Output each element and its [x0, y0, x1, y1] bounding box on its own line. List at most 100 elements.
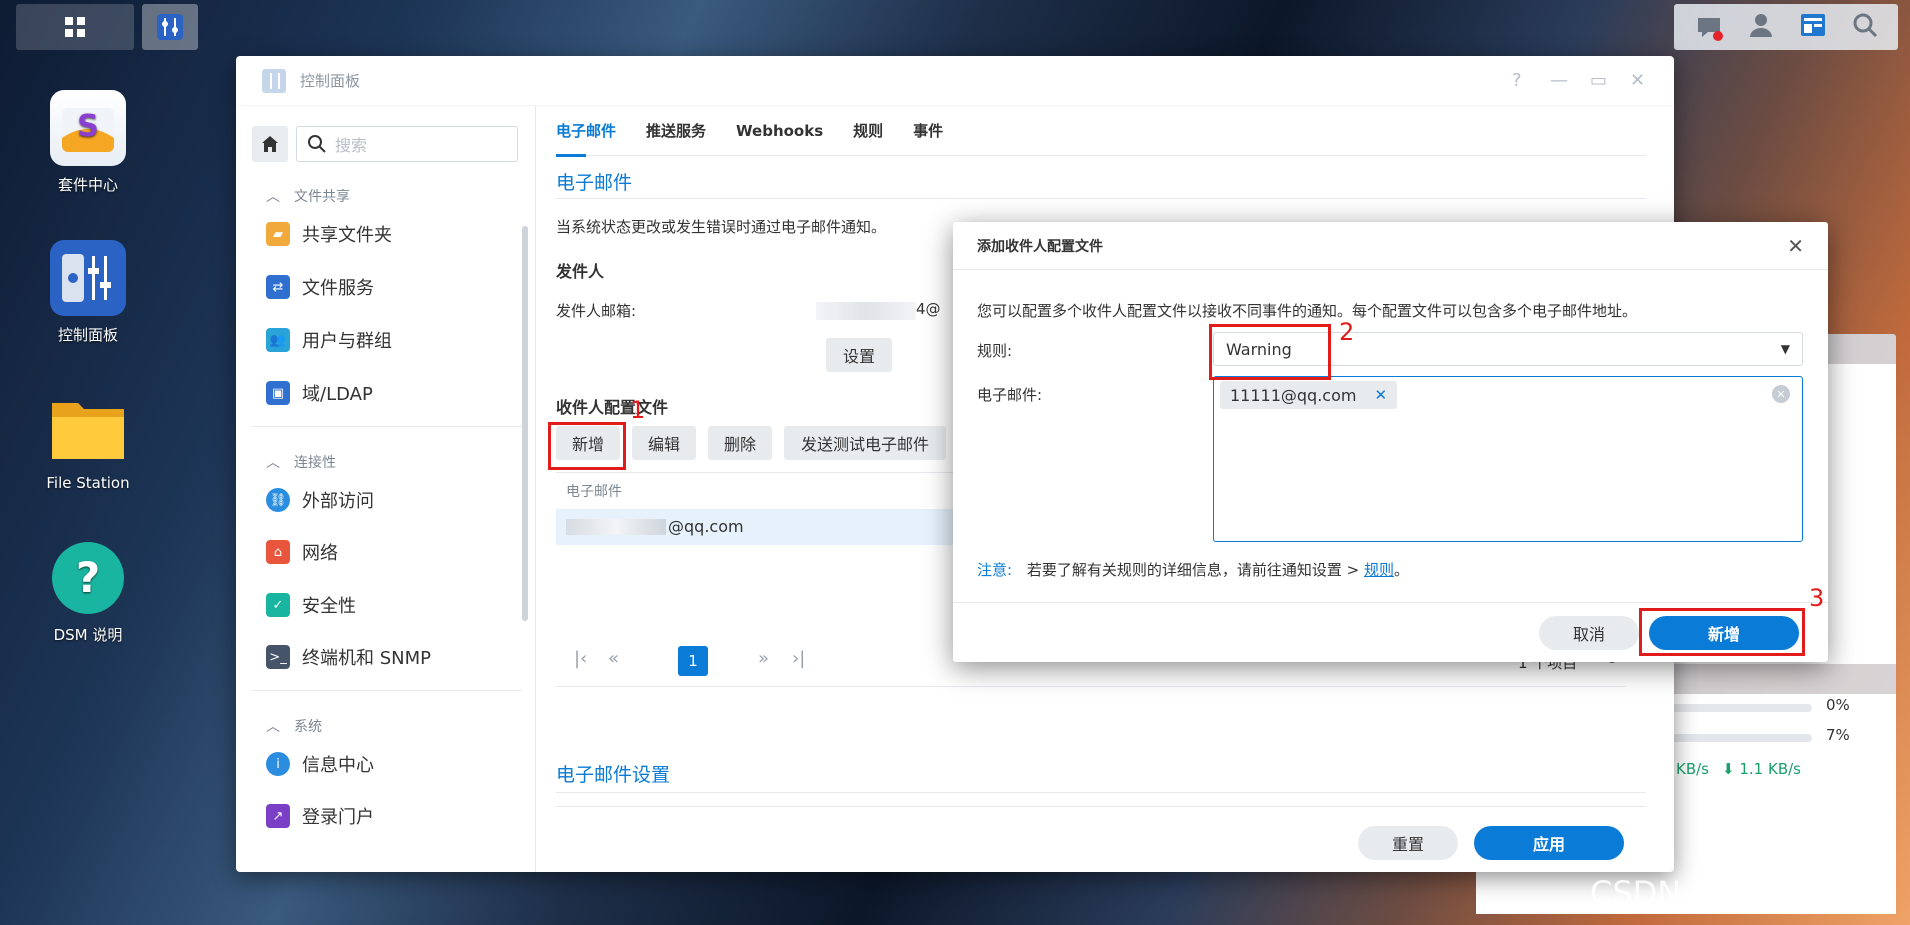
annotation-box-2: [1209, 324, 1331, 380]
page-number-current[interactable]: 1: [678, 646, 708, 676]
divider: [556, 686, 1626, 687]
desktop-icon-package-center[interactable]: S 套件中心: [18, 90, 158, 195]
sidebar-item-external-access[interactable]: ⛓ 外部访问: [266, 480, 506, 520]
dialog-title: 添加收件人配置文件: [977, 238, 1103, 255]
download-arrow-icon: ⬇: [1722, 760, 1735, 778]
annotation-number-3: 3: [1809, 584, 1825, 612]
sidebar-item-info-center[interactable]: i 信息中心: [266, 744, 506, 784]
note-label: 注意:: [977, 561, 1013, 579]
email-tag-input[interactable]: 11111@qq.com ✕ ✕: [1213, 376, 1803, 542]
desktop-icon-label: 套件中心: [57, 176, 118, 194]
upload-speed: KB/s: [1676, 760, 1709, 778]
close-icon[interactable]: ✕: [1630, 70, 1645, 91]
ldap-icon: ▣: [266, 381, 290, 405]
search-icon[interactable]: [1851, 11, 1879, 43]
package-center-icon: S: [50, 90, 126, 166]
delete-button[interactable]: 删除: [708, 426, 772, 460]
main-menu-button[interactable]: [16, 4, 134, 50]
sidebar-item-shared-folder[interactable]: ▰ 共享文件夹: [266, 214, 506, 254]
email-settings-title: 电子邮件设置: [556, 764, 671, 786]
chevron-down-icon: ▼: [1780, 342, 1790, 356]
network-icon: ⌂: [266, 540, 290, 564]
sidebar-scrollbar[interactable]: [522, 226, 528, 621]
note-text: 若要了解有关规则的详细信息，请前往通知设置 >: [1026, 561, 1364, 579]
chevron-up-icon: ︿: [266, 719, 280, 735]
tab-events[interactable]: 事件: [913, 120, 943, 141]
recipients-heading: 收件人配置文件: [556, 398, 669, 417]
user-icon[interactable]: [1747, 11, 1775, 43]
sidebar-item-user-group[interactable]: 👥 用户与群组: [266, 320, 506, 360]
send-test-email-button[interactable]: 发送测试电子邮件: [784, 426, 946, 460]
rules-link[interactable]: 规则: [1364, 561, 1394, 579]
search-placeholder: 搜索: [335, 136, 368, 155]
tab-webhooks[interactable]: Webhooks: [736, 122, 823, 140]
sidebar-item-login-portal[interactable]: ↗ 登录门户: [266, 796, 506, 836]
search-input[interactable]: 搜索: [296, 126, 518, 162]
minimize-icon[interactable]: —: [1550, 70, 1568, 91]
sidebar-item-file-services[interactable]: ⇄ 文件服务: [266, 267, 506, 307]
reset-button[interactable]: 重置: [1358, 826, 1458, 860]
edit-button[interactable]: 编辑: [632, 426, 696, 460]
close-icon[interactable]: ✕: [1787, 234, 1804, 258]
divider: [556, 792, 1646, 793]
control-panel-icon: [262, 68, 286, 93]
taskbar-control-panel[interactable]: [142, 4, 198, 50]
sidebar-item-network[interactable]: ⌂ 网络: [266, 532, 506, 572]
notification-icon[interactable]: [1694, 12, 1724, 42]
section-file-sharing[interactable]: ︿ 文件共享: [266, 186, 350, 206]
cpu-value: 0%: [1826, 696, 1850, 714]
tab-bar: 电子邮件 推送服务 Webhooks 规则 事件: [556, 106, 1646, 156]
help-icon[interactable]: ?: [1512, 70, 1522, 91]
dialog-header: 添加收件人配置文件: [953, 222, 1828, 270]
section-connectivity[interactable]: ︿ 连接性: [266, 452, 336, 472]
remove-tag-icon[interactable]: ✕: [1374, 386, 1387, 404]
clear-icon[interactable]: ✕: [1772, 385, 1790, 403]
desktop-icon-file-station[interactable]: File Station: [18, 390, 158, 492]
apply-button[interactable]: 应用: [1474, 826, 1624, 860]
sender-heading: 发件人: [556, 262, 605, 281]
info-icon: i: [266, 752, 290, 776]
login-portal-icon: ↗: [266, 804, 290, 828]
rule-label: 规则:: [977, 342, 1013, 360]
home-button[interactable]: [252, 126, 288, 162]
window-title: 控制面板: [300, 72, 361, 90]
terminal-icon: >_: [266, 645, 290, 669]
folder-icon: [50, 390, 126, 466]
sender-email-value: 4@: [916, 300, 941, 318]
section-system[interactable]: ︿ 系统: [266, 716, 322, 736]
sidebar: 搜索 ︿ 文件共享 ▰ 共享文件夹 ⇄ 文件服务 👥 用户与群组 ▣ 域/LDAP…: [236, 106, 536, 872]
next-page-icon[interactable]: »: [758, 648, 769, 669]
annotation-box-1: [548, 422, 626, 470]
divider: [556, 198, 1646, 199]
widgets-icon[interactable]: [1798, 10, 1828, 44]
tab-rules[interactable]: 规则: [853, 120, 883, 141]
desktop-icon-control-panel[interactable]: 控制面板: [18, 240, 158, 345]
download-speed: ⬇ 1.1 KB/s: [1722, 760, 1801, 778]
redacted-text: [816, 302, 916, 320]
chevron-up-icon: ︿: [266, 455, 280, 471]
system-tray: [1674, 4, 1898, 50]
tab-email[interactable]: 电子邮件: [556, 120, 616, 141]
desktop-icon-dsm-help[interactable]: ? DSM 说明: [18, 540, 158, 645]
ram-value: 7%: [1826, 726, 1850, 744]
annotation-number-2: 2: [1339, 318, 1355, 346]
tab-push-service[interactable]: 推送服务: [646, 120, 706, 141]
add-recipient-dialog: 添加收件人配置文件 ✕ 您可以配置多个收件人配置文件以接收不同事件的通知。每个配…: [953, 222, 1828, 662]
sidebar-item-domain-ldap[interactable]: ▣ 域/LDAP: [266, 373, 506, 413]
sidebar-item-security[interactable]: ✓ 安全性: [266, 585, 506, 625]
sender-email-label: 发件人邮箱:: [556, 302, 637, 320]
window-titlebar: 控制面板: [236, 56, 1674, 106]
prev-page-icon[interactable]: «: [608, 648, 619, 669]
first-page-icon[interactable]: |‹: [574, 648, 587, 669]
settings-button[interactable]: 设置: [826, 338, 892, 372]
section-title: 电子邮件: [556, 172, 633, 194]
cancel-button[interactable]: 取消: [1539, 616, 1639, 650]
control-panel-icon: [50, 240, 126, 316]
sidebar-item-terminal-snmp[interactable]: >_ 终端机和 SNMP: [266, 637, 506, 677]
maximize-icon[interactable]: ▭: [1590, 70, 1607, 91]
last-page-icon[interactable]: ›|: [792, 648, 805, 669]
desktop-icon-label: DSM 说明: [53, 626, 123, 644]
svg-text:?: ?: [76, 553, 100, 602]
divider: [252, 426, 522, 427]
dialog-description: 您可以配置多个收件人配置文件以接收不同事件的通知。每个配置文件可以包含多个电子邮…: [977, 302, 1638, 320]
